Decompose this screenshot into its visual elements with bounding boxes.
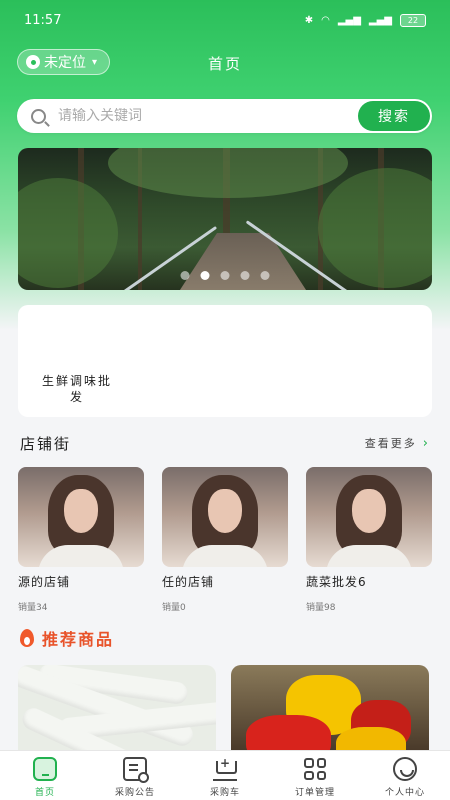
tab-profile[interactable]: 个人中心 xyxy=(360,751,450,798)
carousel-dot[interactable] xyxy=(220,271,230,280)
shoulder xyxy=(326,545,412,567)
span xyxy=(316,770,326,780)
shop-name: 源的店铺 xyxy=(18,575,71,589)
span xyxy=(316,758,326,768)
view-more-label: 查看更多 xyxy=(364,437,417,450)
carousel-dot[interactable] xyxy=(260,271,270,280)
tab-label: 采购公告 xyxy=(114,788,155,798)
category-item[interactable]: 生鲜调味批发 xyxy=(38,373,116,405)
status-time: 11:57 xyxy=(24,12,62,28)
shop-sales: 销量0 xyxy=(162,603,186,613)
home-icon xyxy=(33,757,57,781)
shop-name: 任的店铺 xyxy=(162,575,215,589)
grid-icon xyxy=(303,757,327,781)
tab-cart[interactable]: 采购车 xyxy=(180,751,270,798)
carousel-dot[interactable] xyxy=(180,271,190,280)
status-icons: ✱ ◠ ▂▄▆ ▂▄▆ 22 xyxy=(304,13,426,27)
tab-orders[interactable]: 订单管理 xyxy=(270,751,360,798)
banner-foliage xyxy=(108,148,348,198)
tab-label: 订单管理 xyxy=(294,788,335,798)
signal-icon-2: ▂▄▆ xyxy=(368,14,392,26)
tab-label: 采购车 xyxy=(209,788,240,798)
product-image-pepper xyxy=(336,727,406,750)
recommend-title: 推荐商品 xyxy=(42,630,115,649)
notice-icon xyxy=(123,757,149,783)
span xyxy=(304,770,314,780)
section-title: 店铺街 xyxy=(20,434,72,453)
carousel-dots xyxy=(180,271,270,280)
bluetooth-icon: ✱ xyxy=(304,14,314,26)
face xyxy=(208,489,242,533)
banner-foliage xyxy=(18,178,118,288)
wifi-icon: ◠ xyxy=(321,14,330,26)
shop-card[interactable]: 源的店铺 销量34 xyxy=(18,467,144,613)
shoulder xyxy=(182,545,268,567)
battery-level: 22 xyxy=(407,15,419,25)
face xyxy=(64,489,98,533)
product-card[interactable] xyxy=(231,665,429,750)
tab-label: 个人中心 xyxy=(384,788,425,798)
page-title: 首页 xyxy=(207,54,242,73)
product-image-pepper xyxy=(246,715,331,750)
user-icon xyxy=(393,757,417,781)
shop-card[interactable]: 蔬菜批发6 销量98 xyxy=(306,467,432,613)
signal-icon: ▂▄▆ xyxy=(337,14,361,26)
tab-home[interactable]: 首页 xyxy=(0,751,90,798)
chevron-right-icon: › xyxy=(422,435,430,451)
location-pin-icon xyxy=(26,55,40,69)
shoulder xyxy=(38,545,124,567)
search-button[interactable]: 搜索 xyxy=(358,101,430,131)
location-selector[interactable]: 未定位 ▾ xyxy=(17,49,111,75)
bottom-tab-bar: 首页 采购公告 采购车 订单管理 个人中心 xyxy=(0,750,450,800)
fire-icon xyxy=(20,629,34,647)
shop-sales: 销量34 xyxy=(18,603,48,613)
product-card[interactable] xyxy=(18,665,216,750)
shop-sales: 销量98 xyxy=(306,603,336,613)
banner-carousel[interactable] xyxy=(18,148,432,290)
carousel-dot[interactable] xyxy=(240,271,250,280)
cart-icon xyxy=(213,756,237,781)
top-bar: 未定位 ▾ 首页 xyxy=(0,48,450,78)
category-card: 生鲜调味批发 xyxy=(18,305,432,417)
face xyxy=(352,489,386,533)
search-bar: 搜索 xyxy=(17,99,432,133)
shop-avatar-image xyxy=(162,467,288,567)
shop-avatar-image xyxy=(306,467,432,567)
status-bar: 11:57 ✱ ◠ ▂▄▆ ▂▄▆ 22 xyxy=(0,0,450,40)
carousel-dot-active[interactable] xyxy=(200,271,210,280)
recommend-header: 推荐商品 xyxy=(20,626,114,650)
location-label: 未定位 xyxy=(44,55,86,71)
tab-label: 首页 xyxy=(34,788,55,798)
search-icon xyxy=(31,108,46,124)
shop-name: 蔬菜批发6 xyxy=(306,575,367,589)
tab-purchase-notice[interactable]: 采购公告 xyxy=(90,751,180,798)
search-input[interactable] xyxy=(58,108,358,124)
battery-icon: 22 xyxy=(400,13,426,27)
chevron-down-icon: ▾ xyxy=(92,56,98,68)
banner-foliage xyxy=(318,168,432,288)
shop-street-header: 店铺街 查看更多 › xyxy=(20,432,430,454)
shop-avatar-image xyxy=(18,467,144,567)
span xyxy=(304,758,314,768)
view-more-link[interactable]: 查看更多 › xyxy=(365,435,430,451)
shop-card[interactable]: 任的店铺 销量0 xyxy=(162,467,288,613)
